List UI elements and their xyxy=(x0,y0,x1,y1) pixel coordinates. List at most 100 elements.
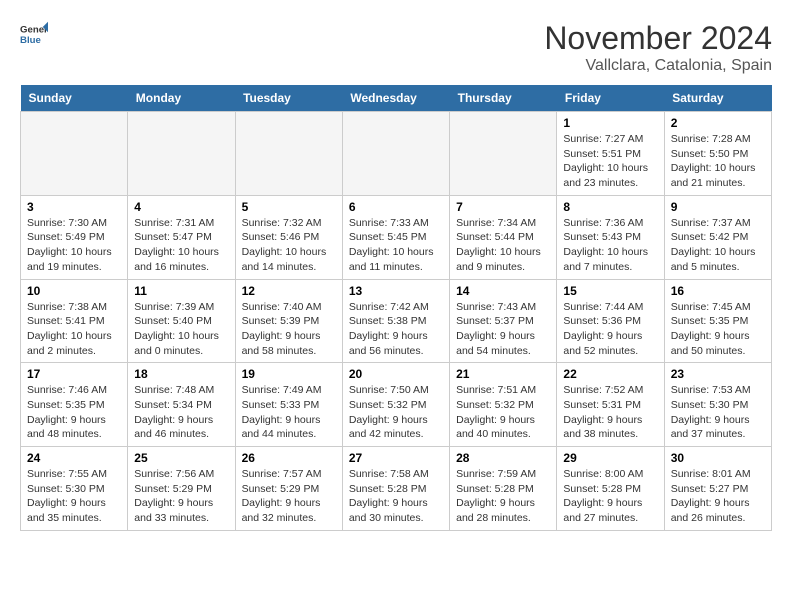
day-detail: Sunrise: 7:38 AM Sunset: 5:41 PM Dayligh… xyxy=(27,300,121,359)
day-detail: Sunrise: 7:30 AM Sunset: 5:49 PM Dayligh… xyxy=(27,216,121,275)
location-title: Vallclara, Catalonia, Spain xyxy=(544,57,772,75)
day-number: 7 xyxy=(456,200,550,214)
calendar-week-3: 10 Sunrise: 7:38 AM Sunset: 5:41 PM Dayli… xyxy=(21,279,772,363)
day-detail: Sunrise: 7:58 AM Sunset: 5:28 PM Dayligh… xyxy=(349,467,443,526)
day-detail: Sunrise: 7:43 AM Sunset: 5:37 PM Dayligh… xyxy=(456,300,550,359)
day-detail: Sunrise: 7:27 AM Sunset: 5:51 PM Dayligh… xyxy=(563,132,657,191)
month-title: November 2024 xyxy=(544,20,772,57)
day-number: 15 xyxy=(563,284,657,298)
day-detail: Sunrise: 7:36 AM Sunset: 5:43 PM Dayligh… xyxy=(563,216,657,275)
calendar-cell xyxy=(450,112,557,196)
day-number: 22 xyxy=(563,367,657,381)
calendar-week-2: 3 Sunrise: 7:30 AM Sunset: 5:49 PM Daylig… xyxy=(21,195,772,279)
day-number: 5 xyxy=(242,200,336,214)
weekday-header-row: SundayMondayTuesdayWednesdayThursdayFrid… xyxy=(21,85,772,112)
day-detail: Sunrise: 7:44 AM Sunset: 5:36 PM Dayligh… xyxy=(563,300,657,359)
svg-text:General: General xyxy=(20,24,48,35)
day-number: 27 xyxy=(349,451,443,465)
day-number: 19 xyxy=(242,367,336,381)
day-detail: Sunrise: 7:40 AM Sunset: 5:39 PM Dayligh… xyxy=(242,300,336,359)
calendar-cell: 25 Sunrise: 7:56 AM Sunset: 5:29 PM Dayli… xyxy=(128,447,235,531)
day-detail: Sunrise: 7:55 AM Sunset: 5:30 PM Dayligh… xyxy=(27,467,121,526)
day-number: 11 xyxy=(134,284,228,298)
day-detail: Sunrise: 7:45 AM Sunset: 5:35 PM Dayligh… xyxy=(671,300,765,359)
calendar-cell: 11 Sunrise: 7:39 AM Sunset: 5:40 PM Dayli… xyxy=(128,279,235,363)
calendar-cell: 29 Sunrise: 8:00 AM Sunset: 5:28 PM Dayli… xyxy=(557,447,664,531)
calendar-cell: 5 Sunrise: 7:32 AM Sunset: 5:46 PM Daylig… xyxy=(235,195,342,279)
day-number: 13 xyxy=(349,284,443,298)
title-section: November 2024 Vallclara, Catalonia, Spai… xyxy=(544,20,772,75)
calendar-cell: 22 Sunrise: 7:52 AM Sunset: 5:31 PM Dayli… xyxy=(557,363,664,447)
day-number: 28 xyxy=(456,451,550,465)
day-number: 21 xyxy=(456,367,550,381)
logo-icon: General Blue xyxy=(20,20,48,48)
calendar-cell: 21 Sunrise: 7:51 AM Sunset: 5:32 PM Dayli… xyxy=(450,363,557,447)
day-number: 1 xyxy=(563,116,657,130)
calendar-cell xyxy=(128,112,235,196)
day-detail: Sunrise: 7:52 AM Sunset: 5:31 PM Dayligh… xyxy=(563,383,657,442)
weekday-monday: Monday xyxy=(128,85,235,112)
calendar-cell: 13Sunrise: 7:42 AM Sunset: 5:38 PM Dayli… xyxy=(342,279,449,363)
day-number: 17 xyxy=(27,367,121,381)
calendar-cell: 7 Sunrise: 7:34 AM Sunset: 5:44 PM Daylig… xyxy=(450,195,557,279)
day-detail: Sunrise: 8:00 AM Sunset: 5:28 PM Dayligh… xyxy=(563,467,657,526)
calendar-cell: 19 Sunrise: 7:49 AM Sunset: 5:33 PM Dayli… xyxy=(235,363,342,447)
day-detail: Sunrise: 7:46 AM Sunset: 5:35 PM Dayligh… xyxy=(27,383,121,442)
svg-text:Blue: Blue xyxy=(20,35,41,46)
day-detail: Sunrise: 7:32 AM Sunset: 5:46 PM Dayligh… xyxy=(242,216,336,275)
day-number: 26 xyxy=(242,451,336,465)
calendar-cell: 12 Sunrise: 7:40 AM Sunset: 5:39 PM Dayli… xyxy=(235,279,342,363)
calendar-cell: 20 Sunrise: 7:50 AM Sunset: 5:32 PM Dayli… xyxy=(342,363,449,447)
day-detail: Sunrise: 7:53 AM Sunset: 5:30 PM Dayligh… xyxy=(671,383,765,442)
day-number: 8 xyxy=(563,200,657,214)
day-number: 29 xyxy=(563,451,657,465)
page-header: General Blue November 2024 Vallclara, Ca… xyxy=(20,20,772,75)
day-number: 3 xyxy=(27,200,121,214)
calendar-cell: 10 Sunrise: 7:38 AM Sunset: 5:41 PM Dayli… xyxy=(21,279,128,363)
day-detail: Sunrise: 7:28 AM Sunset: 5:50 PM Dayligh… xyxy=(671,132,765,191)
day-detail: Sunrise: 8:01 AM Sunset: 5:27 PM Dayligh… xyxy=(671,467,765,526)
weekday-saturday: Saturday xyxy=(664,85,771,112)
calendar-week-1: 1 Sunrise: 7:27 AM Sunset: 5:51 PM Daylig… xyxy=(21,112,772,196)
day-number: 20 xyxy=(349,367,443,381)
day-number: 25 xyxy=(134,451,228,465)
day-number: 24 xyxy=(27,451,121,465)
calendar-cell: 24 Sunrise: 7:55 AM Sunset: 5:30 PM Dayli… xyxy=(21,447,128,531)
day-detail: Sunrise: 7:49 AM Sunset: 5:33 PM Dayligh… xyxy=(242,383,336,442)
day-number: 14 xyxy=(456,284,550,298)
day-detail: Sunrise: 7:56 AM Sunset: 5:29 PM Dayligh… xyxy=(134,467,228,526)
day-number: 9 xyxy=(671,200,765,214)
day-detail: Sunrise: 7:39 AM Sunset: 5:40 PM Dayligh… xyxy=(134,300,228,359)
day-number: 30 xyxy=(671,451,765,465)
calendar-cell: 18Sunrise: 7:48 AM Sunset: 5:34 PM Dayli… xyxy=(128,363,235,447)
day-detail: Sunrise: 7:48 AM Sunset: 5:34 PM Dayligh… xyxy=(134,383,228,442)
calendar-cell: 17 Sunrise: 7:46 AM Sunset: 5:35 PM Dayli… xyxy=(21,363,128,447)
calendar-cell: 6 Sunrise: 7:33 AM Sunset: 5:45 PM Daylig… xyxy=(342,195,449,279)
weekday-sunday: Sunday xyxy=(21,85,128,112)
day-detail: Sunrise: 7:33 AM Sunset: 5:45 PM Dayligh… xyxy=(349,216,443,275)
weekday-thursday: Thursday xyxy=(450,85,557,112)
day-detail: Sunrise: 7:50 AM Sunset: 5:32 PM Dayligh… xyxy=(349,383,443,442)
calendar-cell xyxy=(21,112,128,196)
day-number: 10 xyxy=(27,284,121,298)
calendar-cell: 15 Sunrise: 7:44 AM Sunset: 5:36 PM Dayli… xyxy=(557,279,664,363)
day-detail: Sunrise: 7:51 AM Sunset: 5:32 PM Dayligh… xyxy=(456,383,550,442)
calendar-cell: 9 Sunrise: 7:37 AM Sunset: 5:42 PM Daylig… xyxy=(664,195,771,279)
calendar-cell: 4Sunrise: 7:31 AM Sunset: 5:47 PM Daylig… xyxy=(128,195,235,279)
calendar-cell: 28Sunrise: 7:59 AM Sunset: 5:28 PM Dayli… xyxy=(450,447,557,531)
weekday-tuesday: Tuesday xyxy=(235,85,342,112)
calendar-table: SundayMondayTuesdayWednesdayThursdayFrid… xyxy=(20,85,772,531)
calendar-cell: 23 Sunrise: 7:53 AM Sunset: 5:30 PM Dayli… xyxy=(664,363,771,447)
calendar-cell: 2Sunrise: 7:28 AM Sunset: 5:50 PM Daylig… xyxy=(664,112,771,196)
day-detail: Sunrise: 7:57 AM Sunset: 5:29 PM Dayligh… xyxy=(242,467,336,526)
calendar-cell xyxy=(342,112,449,196)
day-number: 6 xyxy=(349,200,443,214)
day-detail: Sunrise: 7:34 AM Sunset: 5:44 PM Dayligh… xyxy=(456,216,550,275)
weekday-friday: Friday xyxy=(557,85,664,112)
day-number: 12 xyxy=(242,284,336,298)
calendar-body: 1 Sunrise: 7:27 AM Sunset: 5:51 PM Daylig… xyxy=(21,112,772,531)
day-number: 23 xyxy=(671,367,765,381)
day-detail: Sunrise: 7:37 AM Sunset: 5:42 PM Dayligh… xyxy=(671,216,765,275)
calendar-cell: 16Sunrise: 7:45 AM Sunset: 5:35 PM Dayli… xyxy=(664,279,771,363)
day-detail: Sunrise: 7:31 AM Sunset: 5:47 PM Dayligh… xyxy=(134,216,228,275)
